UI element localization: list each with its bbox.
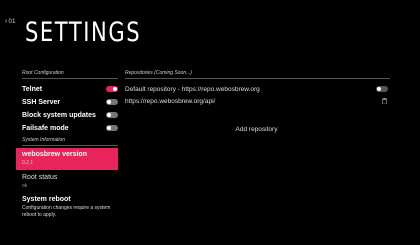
setting-label: Block system updates [22, 111, 96, 119]
repo-item-api[interactable]: https://repo.webosbrew.org/api/ [125, 96, 388, 106]
add-repository-button[interactable]: Add repository [125, 126, 388, 133]
info-value: ok [22, 183, 28, 189]
repo-label: https://repo.webosbrew.org/api/ [125, 97, 216, 105]
info-value: 0.2.1 [22, 160, 34, 166]
ssh-server-toggle[interactable] [106, 99, 118, 105]
root-config-header: Root Configuration [22, 70, 118, 79]
repo-label: Default repository - https://repo.webosb… [125, 85, 260, 93]
repositories-header: Repositories (Coming Soon...) [125, 70, 390, 79]
info-root-status[interactable]: Root status ok [16, 174, 118, 189]
repo-default-toggle[interactable] [376, 86, 388, 92]
page-title: SETTINGS [25, 17, 142, 48]
telnet-toggle[interactable] [106, 86, 118, 92]
setting-label: Failsafe mode [22, 124, 69, 132]
failsafe-toggle[interactable] [106, 125, 118, 131]
info-label: webosbrew version [22, 151, 87, 158]
system-reboot-button[interactable]: System reboot Configuration changes requ… [22, 196, 122, 219]
trash-icon[interactable] [381, 97, 388, 105]
system-info-header: System Information [22, 137, 118, 146]
repo-item-default[interactable]: Default repository - https://repo.webosb… [125, 84, 388, 94]
info-label: Root status [22, 174, 58, 181]
back-button[interactable]: ‹01 [5, 18, 16, 25]
setting-block-updates[interactable]: Block system updates [22, 109, 118, 121]
setting-label: Telnet [22, 85, 43, 93]
info-webosbrew-version[interactable]: webosbrew version 0.2.1 [16, 148, 118, 170]
setting-label: SSH Server [22, 98, 61, 106]
back-label: 01 [8, 19, 16, 25]
reboot-description: Configuration changes require a system r… [22, 205, 111, 218]
reboot-label: System reboot [22, 196, 71, 203]
setting-failsafe-mode[interactable]: Failsafe mode [22, 122, 118, 134]
setting-telnet[interactable]: Telnet [22, 83, 118, 95]
block-updates-toggle[interactable] [106, 112, 118, 118]
setting-ssh-server[interactable]: SSH Server [22, 96, 118, 108]
chevron-left-icon: ‹ [5, 18, 8, 25]
